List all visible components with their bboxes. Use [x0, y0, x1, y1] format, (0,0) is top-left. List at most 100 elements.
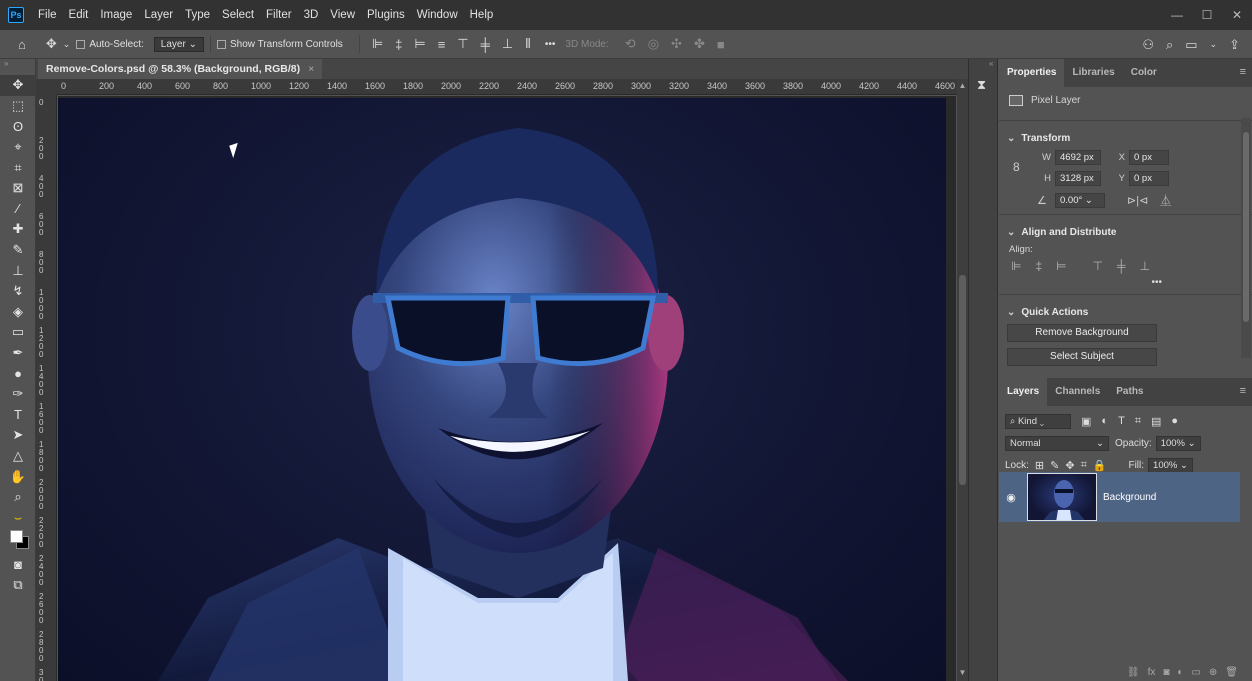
menu-3d[interactable]: 3D	[298, 0, 325, 30]
type-tool-icon[interactable]: T	[0, 405, 36, 426]
tab-color[interactable]: Color	[1123, 59, 1165, 87]
canvas-photo[interactable]	[58, 98, 946, 681]
menu-layer[interactable]: Layer	[138, 0, 179, 30]
flip-horizontal-icon[interactable]: ⊳|⊲	[1127, 194, 1148, 207]
menu-file[interactable]: File	[32, 0, 63, 30]
adjustment-icon[interactable]: ◐	[1177, 667, 1183, 681]
menu-image[interactable]: Image	[94, 0, 138, 30]
eraser-tool-icon[interactable]: ◈	[0, 302, 36, 323]
scroll-up-icon[interactable]: ▲	[957, 81, 968, 90]
quick-select-tool-icon[interactable]: ⌖	[0, 137, 36, 158]
path-select-tool-icon[interactable]: ➤	[0, 425, 36, 446]
scroll-down-icon[interactable]: ▼	[957, 668, 968, 677]
share-icon[interactable]: ⇪	[1229, 37, 1240, 53]
layer-style-icon[interactable]: fx	[1148, 667, 1156, 681]
new-layer-icon[interactable]: ⊕	[1209, 667, 1217, 681]
blur-tool-icon[interactable]: ✒	[0, 343, 36, 364]
vertical-ruler[interactable]: 0 200 400 600 800 1000 1200 1400 1600 1800 2000 220…	[36, 95, 57, 681]
search-icon[interactable]: ⌕	[1166, 37, 1173, 53]
remove-background-button[interactable]: Remove Background	[1007, 324, 1157, 342]
gradient-tool-icon[interactable]: ▭	[0, 322, 36, 343]
tab-channels[interactable]: Channels	[1047, 378, 1108, 406]
lock-position-icon[interactable]: ✥	[1065, 459, 1074, 472]
pen-tool-icon[interactable]: ✑	[0, 384, 36, 405]
crop-tool-icon[interactable]: ⌗	[0, 157, 36, 178]
blend-mode-dropdown[interactable]: Normal ⌄	[1005, 435, 1109, 451]
horizontal-ruler[interactable]: 0 200 400 600 800 1000 1200 1400 1600 1800 2000 220…	[57, 79, 957, 95]
menu-type[interactable]: Type	[179, 0, 216, 30]
filter-shape-icon[interactable]: ⌗	[1135, 415, 1141, 428]
align-left-icon[interactable]: ⊫	[1011, 259, 1021, 273]
more-options-button[interactable]: •••	[545, 39, 556, 50]
tab-libraries[interactable]: Libraries	[1064, 59, 1122, 87]
move-tool-icon[interactable]: ✥	[0, 75, 36, 96]
dodge-tool-icon[interactable]: ●	[0, 363, 36, 384]
transform-header[interactable]: ⌄ Transform	[999, 127, 1252, 150]
move-tool-preset-icon[interactable]: ✥	[46, 36, 57, 52]
close-document-icon[interactable]: ×	[308, 63, 314, 75]
ruler-origin[interactable]	[36, 79, 57, 95]
flip-vertical-icon[interactable]: ⏅	[1160, 192, 1171, 208]
fill-field[interactable]: 100% ⌄	[1148, 457, 1193, 473]
menu-view[interactable]: View	[324, 0, 361, 30]
align-hcenter-icon[interactable]: ‡	[1035, 259, 1042, 273]
history-panel-icon[interactable]: ⧗	[977, 77, 986, 93]
show-transform-checkbox[interactable]	[216, 39, 226, 49]
width-field[interactable]: 4692 px	[1055, 150, 1101, 165]
document-tab[interactable]: Remove-Colors.psd @ 58.3% (Background, R…	[38, 59, 323, 79]
align-middle-icon[interactable]: ╪	[481, 37, 490, 52]
panel-menu-icon[interactable]: ≡	[1240, 66, 1246, 78]
screen-mode-icon[interactable]: ⧉	[0, 575, 36, 596]
edit-toolbar-icon[interactable]: ⌣	[0, 507, 36, 528]
add-mask-icon[interactable]: ◙	[1163, 667, 1169, 681]
collapse-icon[interactable]: «	[989, 59, 993, 68]
y-field[interactable]: 0 px	[1129, 171, 1169, 186]
healing-tool-icon[interactable]: ✚	[0, 219, 36, 240]
filter-type-icon[interactable]: T	[1118, 415, 1125, 427]
eyedropper-tool-icon[interactable]: ⁄	[0, 199, 36, 220]
align-distribute-header[interactable]: ⌄ Align and Distribute	[999, 221, 1252, 244]
eye-icon[interactable]: ◉	[999, 491, 1023, 504]
zoom-tool-icon[interactable]: ⌕	[0, 487, 36, 508]
menu-edit[interactable]: Edit	[63, 0, 95, 30]
scrollbar-thumb[interactable]	[1243, 132, 1249, 322]
menu-window[interactable]: Window	[411, 0, 464, 30]
workspace-icon[interactable]: ▭	[1185, 37, 1197, 53]
properties-scrollbar[interactable]	[1241, 118, 1251, 358]
align-top-icon[interactable]: ⊤	[457, 36, 468, 52]
quick-actions-header[interactable]: ⌄ Quick Actions	[999, 301, 1252, 324]
opacity-field[interactable]: 100% ⌄	[1155, 435, 1201, 451]
brush-tool-icon[interactable]: ✎	[0, 240, 36, 261]
foreground-color-swatch[interactable]	[10, 530, 23, 544]
lock-pixels-icon[interactable]: ✎	[1050, 459, 1059, 472]
scrollbar-thumb[interactable]	[959, 275, 966, 485]
shape-tool-icon[interactable]: △	[0, 446, 36, 467]
height-field[interactable]: 3128 px	[1055, 171, 1101, 186]
color-swatches[interactable]	[0, 528, 36, 554]
share-user-icon[interactable]: ⚇	[1142, 37, 1154, 53]
filter-pixel-icon[interactable]: ▣	[1081, 415, 1091, 428]
align-right-icon[interactable]: ⊨	[1056, 259, 1066, 273]
history-brush-tool-icon[interactable]: ↯	[0, 281, 36, 302]
menu-plugins[interactable]: Plugins	[361, 0, 411, 30]
lock-transparency-icon[interactable]: ⊞	[1035, 459, 1044, 472]
filter-toggle-icon[interactable]: ●	[1171, 415, 1178, 427]
show-transform-option[interactable]: Show Transform Controls	[216, 39, 343, 50]
menu-help[interactable]: Help	[464, 0, 500, 30]
home-icon[interactable]: ⌂	[18, 37, 26, 52]
align-center-icon[interactable]: ‡	[395, 37, 402, 52]
marquee-tool-icon[interactable]: ⬚	[0, 96, 36, 117]
toolbar-collapse-icon[interactable]: »	[0, 59, 35, 75]
tab-properties[interactable]: Properties	[999, 59, 1065, 87]
align-left-icon[interactable]: ⊫	[372, 36, 383, 52]
minimize-button[interactable]: —	[1162, 0, 1192, 30]
tab-paths[interactable]: Paths	[1108, 378, 1151, 406]
canvas-area[interactable]	[58, 96, 956, 681]
lock-artboard-icon[interactable]: ⌗	[1081, 459, 1087, 472]
lock-all-icon[interactable]: 🔒	[1093, 459, 1107, 472]
auto-select-checkbox[interactable]	[76, 39, 86, 49]
x-field[interactable]: 0 px	[1129, 150, 1169, 165]
close-button[interactable]: ✕	[1222, 0, 1252, 30]
layer-row-background[interactable]: ◉ Background	[999, 472, 1240, 522]
link-icon[interactable]: 8	[1013, 160, 1020, 174]
